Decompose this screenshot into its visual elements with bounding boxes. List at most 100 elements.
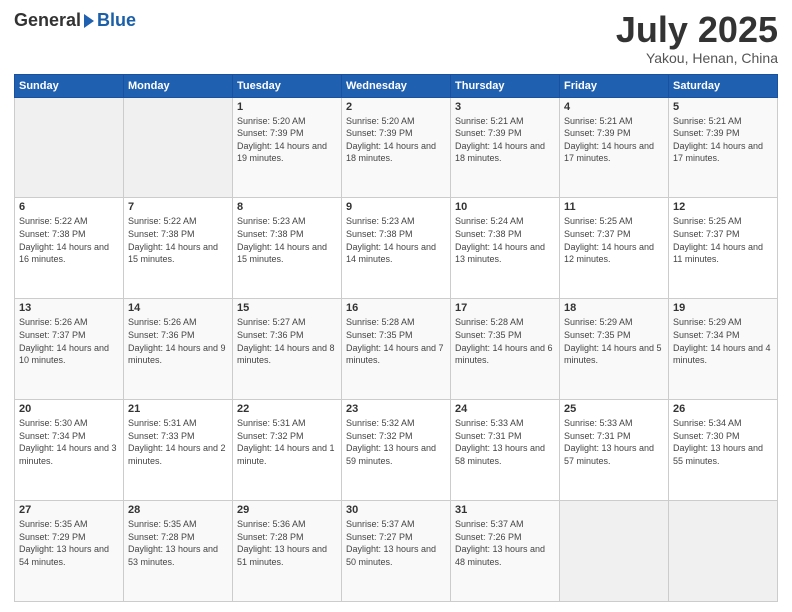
day-cell: 20 Sunrise: 5:30 AMSunset: 7:34 PMDayligh… [15, 400, 124, 501]
day-cell: 8Sunrise: 5:23 AMSunset: 7:38 PMDaylight… [233, 198, 342, 299]
day-number: 9 [346, 201, 446, 213]
day-number: 21 [128, 403, 228, 415]
day-number: 3 [455, 101, 555, 113]
day-info: Sunrise: 5:30 AMSunset: 7:34 PMDaylight:… [19, 417, 119, 467]
day-number: 22 [237, 403, 337, 415]
day-cell: 7 Sunrise: 5:22 AMSunset: 7:38 PMDaylight… [124, 198, 233, 299]
day-info: Sunrise: 5:37 AMSunset: 7:27 PMDaylight:… [346, 518, 446, 568]
week-row-0: 1Sunrise: 5:20 AMSunset: 7:39 PMDaylight… [15, 97, 778, 198]
logo-blue: Blue [97, 10, 136, 31]
page: General Blue July 2025 Yakou, Henan, Chi… [0, 0, 792, 612]
day-info: Sunrise: 5:26 AMSunset: 7:37 PMDaylight:… [19, 316, 119, 366]
day-cell: 11Sunrise: 5:25 AMSunset: 7:37 PMDayligh… [560, 198, 669, 299]
day-number: 17 [455, 302, 555, 314]
day-info: Sunrise: 5:36 AMSunset: 7:28 PMDaylight:… [237, 518, 337, 568]
day-cell: 28 Sunrise: 5:35 AMSunset: 7:28 PMDayligh… [124, 501, 233, 602]
day-info: Sunrise: 5:25 AMSunset: 7:37 PMDaylight:… [564, 215, 664, 265]
day-info: Sunrise: 5:34 AMSunset: 7:30 PMDaylight:… [673, 417, 773, 467]
day-number: 2 [346, 101, 446, 113]
day-info: Sunrise: 5:31 AMSunset: 7:32 PMDaylight:… [237, 417, 337, 467]
day-number: 24 [455, 403, 555, 415]
day-cell: 14Sunrise: 5:26 AMSunset: 7:36 PMDayligh… [124, 299, 233, 400]
day-cell: 31 Sunrise: 5:37 AMSunset: 7:26 PMDayligh… [451, 501, 560, 602]
col-header-tuesday: Tuesday [233, 74, 342, 97]
day-info: Sunrise: 5:21 AMSunset: 7:39 PMDaylight:… [455, 115, 555, 165]
day-cell: 3 Sunrise: 5:21 AMSunset: 7:39 PMDaylight… [451, 97, 560, 198]
location-title: Yakou, Henan, China [616, 50, 778, 66]
day-cell: 10 Sunrise: 5:24 AMSunset: 7:38 PMDayligh… [451, 198, 560, 299]
day-cell [124, 97, 233, 198]
day-number: 15 [237, 302, 337, 314]
day-number: 18 [564, 302, 664, 314]
day-number: 30 [346, 504, 446, 516]
day-cell: 22 Sunrise: 5:31 AMSunset: 7:32 PMDayligh… [233, 400, 342, 501]
week-row-3: 20 Sunrise: 5:30 AMSunset: 7:34 PMDayligh… [15, 400, 778, 501]
day-number: 10 [455, 201, 555, 213]
day-number: 27 [19, 504, 119, 516]
day-cell [15, 97, 124, 198]
day-cell: 13 Sunrise: 5:26 AMSunset: 7:37 PMDayligh… [15, 299, 124, 400]
day-info: Sunrise: 5:20 AMSunset: 7:39 PMDaylight:… [237, 115, 337, 165]
week-row-2: 13 Sunrise: 5:26 AMSunset: 7:37 PMDayligh… [15, 299, 778, 400]
day-cell: 12Sunrise: 5:25 AMSunset: 7:37 PMDayligh… [669, 198, 778, 299]
day-cell: 27 Sunrise: 5:35 AMSunset: 7:29 PMDayligh… [15, 501, 124, 602]
day-info: Sunrise: 5:33 AMSunset: 7:31 PMDaylight:… [564, 417, 664, 467]
day-number: 25 [564, 403, 664, 415]
day-info: Sunrise: 5:22 AMSunset: 7:38 PMDaylight:… [128, 215, 228, 265]
day-info: Sunrise: 5:37 AMSunset: 7:26 PMDaylight:… [455, 518, 555, 568]
week-row-1: 6Sunrise: 5:22 AMSunset: 7:38 PMDaylight… [15, 198, 778, 299]
day-number: 19 [673, 302, 773, 314]
col-header-monday: Monday [124, 74, 233, 97]
day-info: Sunrise: 5:35 AMSunset: 7:28 PMDaylight:… [128, 518, 228, 568]
day-cell: 25 Sunrise: 5:33 AMSunset: 7:31 PMDayligh… [560, 400, 669, 501]
day-cell: 16Sunrise: 5:28 AMSunset: 7:35 PMDayligh… [342, 299, 451, 400]
day-info: Sunrise: 5:24 AMSunset: 7:38 PMDaylight:… [455, 215, 555, 265]
day-number: 20 [19, 403, 119, 415]
month-title: July 2025 [616, 10, 778, 50]
day-number: 28 [128, 504, 228, 516]
day-number: 12 [673, 201, 773, 213]
day-number: 29 [237, 504, 337, 516]
day-info: Sunrise: 5:22 AMSunset: 7:38 PMDaylight:… [19, 215, 119, 265]
logo-icon [82, 12, 96, 30]
day-info: Sunrise: 5:23 AMSunset: 7:38 PMDaylight:… [346, 215, 446, 265]
day-cell [560, 501, 669, 602]
day-cell: 30 Sunrise: 5:37 AMSunset: 7:27 PMDayligh… [342, 501, 451, 602]
logo-general: General [14, 10, 81, 31]
day-info: Sunrise: 5:21 AMSunset: 7:39 PMDaylight:… [564, 115, 664, 165]
day-cell: 4 Sunrise: 5:21 AMSunset: 7:39 PMDaylight… [560, 97, 669, 198]
day-cell: 24Sunrise: 5:33 AMSunset: 7:31 PMDayligh… [451, 400, 560, 501]
day-info: Sunrise: 5:35 AMSunset: 7:29 PMDaylight:… [19, 518, 119, 568]
day-cell: 21Sunrise: 5:31 AMSunset: 7:33 PMDayligh… [124, 400, 233, 501]
day-cell: 23Sunrise: 5:32 AMSunset: 7:32 PMDayligh… [342, 400, 451, 501]
day-number: 31 [455, 504, 555, 516]
day-number: 7 [128, 201, 228, 213]
logo: General Blue [14, 10, 136, 31]
title-block: July 2025 Yakou, Henan, China [616, 10, 778, 66]
day-number: 8 [237, 201, 337, 213]
day-number: 16 [346, 302, 446, 314]
col-header-saturday: Saturday [669, 74, 778, 97]
day-cell: 26Sunrise: 5:34 AMSunset: 7:30 PMDayligh… [669, 400, 778, 501]
day-number: 4 [564, 101, 664, 113]
header: General Blue July 2025 Yakou, Henan, Chi… [14, 10, 778, 66]
day-cell: 19 Sunrise: 5:29 AMSunset: 7:34 PMDayligh… [669, 299, 778, 400]
col-header-friday: Friday [560, 74, 669, 97]
calendar: SundayMondayTuesdayWednesdayThursdayFrid… [14, 74, 778, 602]
day-cell [669, 501, 778, 602]
day-cell: 2 Sunrise: 5:20 AMSunset: 7:39 PMDaylight… [342, 97, 451, 198]
day-info: Sunrise: 5:20 AMSunset: 7:39 PMDaylight:… [346, 115, 446, 165]
calendar-header-row: SundayMondayTuesdayWednesdayThursdayFrid… [15, 74, 778, 97]
col-header-wednesday: Wednesday [342, 74, 451, 97]
day-cell: 17 Sunrise: 5:28 AMSunset: 7:35 PMDayligh… [451, 299, 560, 400]
day-info: Sunrise: 5:28 AMSunset: 7:35 PMDaylight:… [455, 316, 555, 366]
day-cell: 9 Sunrise: 5:23 AMSunset: 7:38 PMDaylight… [342, 198, 451, 299]
day-info: Sunrise: 5:21 AMSunset: 7:39 PMDaylight:… [673, 115, 773, 165]
week-row-4: 27 Sunrise: 5:35 AMSunset: 7:29 PMDayligh… [15, 501, 778, 602]
day-info: Sunrise: 5:29 AMSunset: 7:34 PMDaylight:… [673, 316, 773, 366]
day-cell: 18Sunrise: 5:29 AMSunset: 7:35 PMDayligh… [560, 299, 669, 400]
day-number: 13 [19, 302, 119, 314]
day-cell: 5Sunrise: 5:21 AMSunset: 7:39 PMDaylight… [669, 97, 778, 198]
day-cell: 1Sunrise: 5:20 AMSunset: 7:39 PMDaylight… [233, 97, 342, 198]
day-number: 14 [128, 302, 228, 314]
